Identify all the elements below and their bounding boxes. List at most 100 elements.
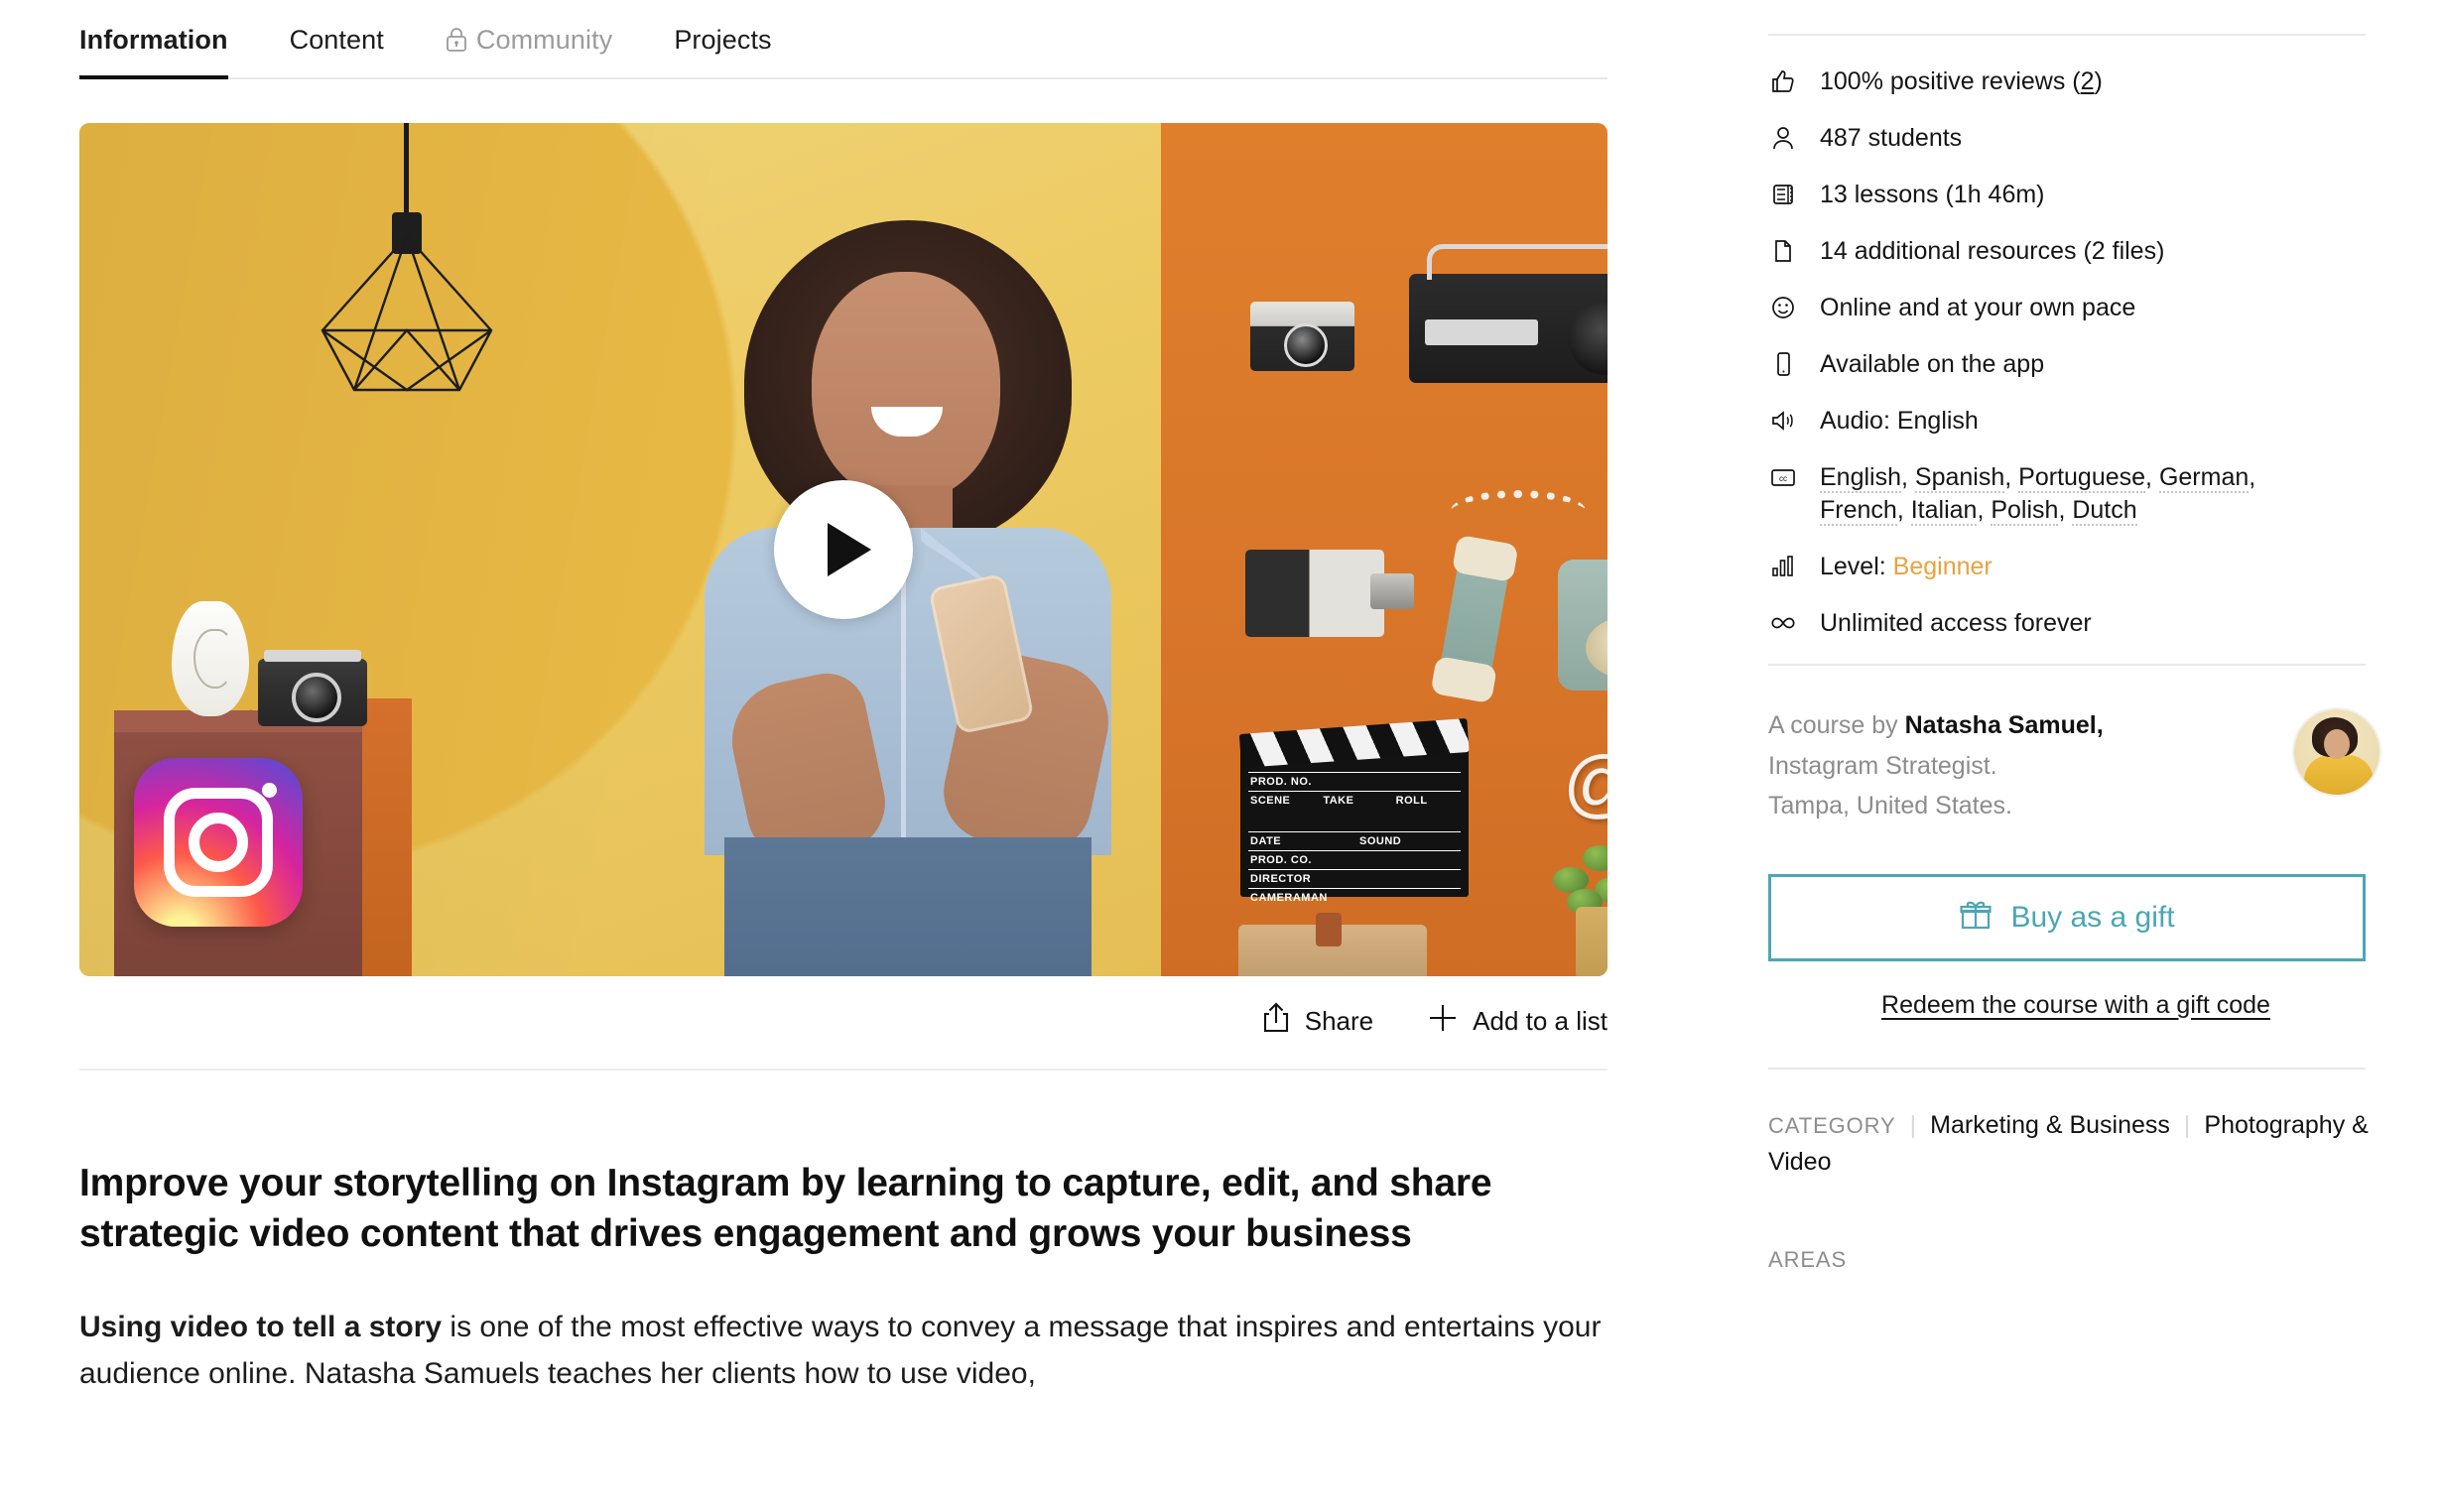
- smiley-icon: [1768, 292, 1798, 320]
- subtitle-lang[interactable]: Portuguese: [2018, 463, 2146, 493]
- add-to-list-button[interactable]: Add to a list: [1427, 1002, 1607, 1041]
- fact-students-text: 487 students: [1820, 124, 1963, 152]
- author-info: A course by Natasha Samuel, Instagram St…: [1768, 705, 2104, 826]
- course-page: Information Content Community Projects P…: [0, 0, 2443, 1512]
- closed-caption-icon: cc: [1768, 461, 1798, 490]
- clapperboard-decor: PROD. NO. SCENE TAKE ROLL DATE SOUND PRO…: [1238, 717, 1470, 904]
- infinity-icon: [1768, 607, 1798, 636]
- category-marketing-business[interactable]: Marketing & Business: [1930, 1111, 2170, 1139]
- course-author: A course by Natasha Samuel, Instagram St…: [1768, 666, 2383, 826]
- areas-label: AREAS: [1768, 1246, 1848, 1272]
- fact-audio-text: Audio: English: [1820, 407, 1979, 435]
- buy-as-gift-label: Buy as a gift: [2010, 900, 2175, 934]
- buy-as-gift-button[interactable]: Buy as a gift: [1768, 873, 2366, 961]
- thumbs-up-icon: [1768, 65, 1798, 94]
- tab-information-label: Information: [79, 25, 228, 55]
- instagram-logo-icon: [134, 758, 303, 927]
- fact-subtitles-list: English, Spanish, Portuguese, German, Fr…: [1820, 463, 2256, 526]
- category-row: CATEGORY | Marketing & Business | Photograph…: [1768, 1107, 2383, 1182]
- lock-icon: [446, 27, 467, 53]
- tab-community-label: Community: [475, 25, 613, 55]
- meta-separator: |: [2183, 1110, 2191, 1139]
- svg-text:cc: cc: [1779, 474, 1787, 483]
- pendant-lamp-decor: [293, 123, 521, 435]
- fact-level-text: Level: Beginner: [1820, 553, 1993, 580]
- mobile-icon: [1768, 348, 1798, 377]
- fact-lessons: 13 lessons (1h 46m): [1768, 179, 2383, 211]
- fact-resources: 14 additional resources (2 files): [1768, 235, 2383, 268]
- tab-content-label: Content: [289, 25, 384, 55]
- fact-resources-text: 14 additional resources (2 files): [1820, 237, 2165, 265]
- gold-planter-decor: [1576, 907, 1607, 976]
- subtitle-lang[interactable]: French: [1820, 496, 1897, 526]
- clapper-cameraman: CAMERAMAN: [1250, 892, 1328, 904]
- reviews-count-link[interactable]: 2: [2081, 67, 2095, 95]
- gift-icon: [1959, 898, 1993, 937]
- redeem-gift-code-link[interactable]: Redeem the course with a gift code: [1768, 991, 2383, 1020]
- tab-content[interactable]: Content: [290, 25, 384, 77]
- plus-icon: [1427, 1002, 1459, 1041]
- fact-students: 487 students: [1768, 122, 2383, 155]
- phone-cord-decor: [1451, 490, 1586, 532]
- at-symbol-decor: @: [1563, 746, 1607, 821]
- share-button[interactable]: Share: [1261, 1002, 1373, 1041]
- tab-projects[interactable]: Projects: [674, 25, 771, 77]
- tab-projects-label: Projects: [674, 25, 772, 55]
- vintage-camera-decor: [258, 650, 367, 726]
- fact-app-text: Available on the app: [1820, 350, 2045, 378]
- film-icon: [1768, 179, 1798, 207]
- course-video-thumbnail[interactable]: PROD. NO. SCENE TAKE ROLL DATE SOUND PRO…: [79, 123, 1607, 976]
- clapper-director: DIRECTOR: [1250, 873, 1312, 885]
- subtitle-lang[interactable]: Polish: [1991, 496, 2059, 526]
- play-button[interactable]: [774, 480, 913, 619]
- fact-lessons-text: 13 lessons (1h 46m): [1820, 181, 2045, 208]
- boombox-decor: [1409, 244, 1607, 383]
- play-triangle-icon: [828, 523, 871, 576]
- course-intro-paragraph: Using video to tell a story is one of th…: [79, 1304, 1607, 1398]
- course-headline: Improve your storytelling on Instagram b…: [79, 1162, 1492, 1256]
- author-role: Instagram Strategist.: [1768, 751, 1997, 780]
- course-meta: CATEGORY | Marketing & Business | Photograph…: [1768, 1070, 2383, 1273]
- clapper-date: DATE: [1250, 835, 1282, 847]
- video-actions-bar: Share Add to a list: [79, 976, 1607, 1071]
- fact-audio: Audio: English: [1768, 405, 2383, 438]
- clapper-roll: ROLL: [1395, 795, 1428, 807]
- course-sidebar: 100% positive reviews (2) 487 students 1…: [1746, 0, 2443, 1512]
- level-value: Beginner: [1892, 553, 1993, 580]
- fact-access-text: Unlimited access forever: [1820, 609, 2092, 637]
- meta-separator: |: [1909, 1110, 1917, 1139]
- author-avatar[interactable]: [2294, 709, 2379, 795]
- add-to-list-label: Add to a list: [1473, 1006, 1607, 1036]
- film-camera-decor: [1245, 550, 1414, 637]
- fact-level: Level: Beginner: [1768, 551, 2383, 583]
- clapper-scene: SCENE: [1250, 795, 1291, 807]
- rotary-phone-decor: [1558, 560, 1607, 691]
- author-name[interactable]: Natasha Samuel,: [1905, 711, 2104, 739]
- intro-bold-phrase: Using video to tell a story: [79, 1310, 443, 1343]
- course-description: Improve your storytelling on Instagram b…: [79, 1071, 1607, 1398]
- person-icon: [1768, 122, 1798, 151]
- fact-subtitles: cc English, Spanish, Portuguese, German,…: [1768, 461, 2383, 527]
- hero-video-container: PROD. NO. SCENE TAKE ROLL DATE SOUND PRO…: [79, 123, 1607, 976]
- subtitle-lang[interactable]: German: [2158, 463, 2250, 493]
- clapper-sound: SOUND: [1359, 835, 1402, 847]
- tab-information[interactable]: Information: [79, 25, 228, 79]
- clapper-take: TAKE: [1323, 795, 1354, 807]
- category-label: CATEGORY: [1768, 1112, 1896, 1138]
- author-prefix: A course by: [1768, 711, 1905, 739]
- subtitle-lang[interactable]: Spanish: [1914, 463, 2005, 493]
- instructor-photo-subject: [645, 212, 1161, 976]
- subtitle-lang[interactable]: Italian: [1910, 496, 1978, 526]
- author-location: Tampa, United States.: [1768, 792, 2012, 819]
- white-vase-decor: [172, 601, 249, 716]
- bar-chart-icon: [1768, 551, 1798, 579]
- share-label: Share: [1304, 1006, 1374, 1036]
- wooden-shelf-decor: [1238, 913, 1427, 976]
- tab-community[interactable]: Community: [446, 25, 612, 77]
- main-column: Information Content Community Projects P…: [0, 0, 1746, 1512]
- share-icon: [1261, 1002, 1291, 1041]
- course-facts-list: 100% positive reviews (2) 487 students 1…: [1768, 36, 2383, 640]
- clapper-prod-no: PROD. NO.: [1250, 776, 1312, 788]
- subtitle-lang[interactable]: English: [1820, 463, 1901, 493]
- subtitle-lang[interactable]: Dutch: [2072, 496, 2137, 526]
